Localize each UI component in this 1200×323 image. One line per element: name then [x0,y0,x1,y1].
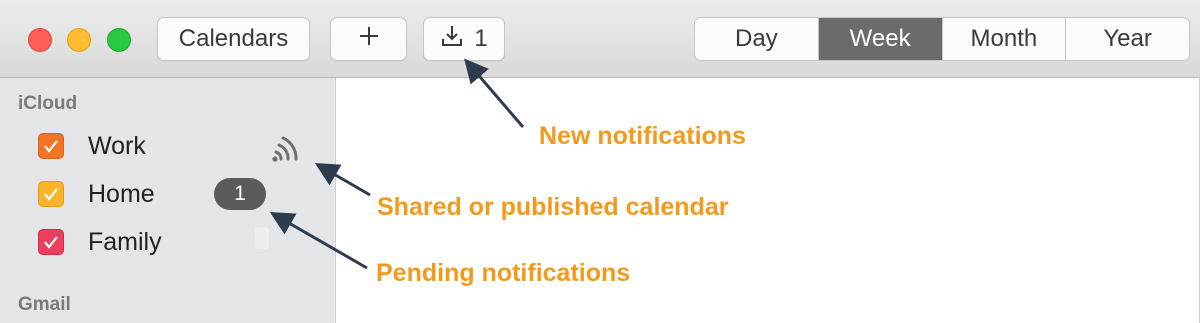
checkmark-icon [44,140,58,153]
tab-month-label: Month [970,25,1038,52]
calendar-item-family[interactable]: Family [38,227,162,257]
checkbox-home[interactable] [38,181,64,207]
calendar-name-work: Work [88,131,146,160]
pending-notifications-badge[interactable]: 1 [214,178,266,210]
inbox-count: 1 [474,25,488,52]
hidden-badge-placeholder [255,227,269,249]
plus-icon [358,25,380,54]
tab-year-label: Year [1103,25,1152,52]
annotation-pending-notifications: Pending notifications [376,259,631,287]
add-event-button[interactable] [330,17,407,61]
group-label-icloud: iCloud [18,93,78,114]
calendar-name-home: Home [88,179,155,208]
close-window-button[interactable] [28,28,52,52]
group-label-gmail: Gmail [18,294,71,315]
calendar-sidebar: iCloud Work Home 1 Family Gmail [0,78,336,323]
calendars-button[interactable]: Calendars [157,17,310,61]
calendars-button-label: Calendars [178,25,289,52]
shared-calendar-icon[interactable] [270,133,306,168]
notifications-inbox-button[interactable]: 1 [423,17,505,61]
checkmark-icon [44,188,58,201]
tab-month[interactable]: Month [941,18,1066,60]
download-tray-icon [440,24,464,55]
zoom-window-button[interactable] [107,28,131,52]
calendar-item-home[interactable]: Home [38,179,155,209]
checkbox-work[interactable] [38,133,64,159]
checkmark-icon [44,236,58,249]
tab-day-label: Day [735,25,778,52]
view-segmented-control: Day Week Month Year [694,17,1190,61]
minimize-window-button[interactable] [67,28,91,52]
checkbox-family[interactable] [38,229,64,255]
annotation-new-notifications: New notifications [539,122,746,150]
tab-year[interactable]: Year [1065,18,1189,60]
calendar-name-family: Family [88,227,162,256]
tab-week[interactable]: Week [817,18,942,60]
toolbar: Calendars 1 Day Week Month Year [0,0,1200,78]
annotation-shared-calendar: Shared or published calendar [377,193,729,221]
calendar-item-work[interactable]: Work [38,131,146,161]
tab-week-label: Week [849,25,911,52]
tab-day[interactable]: Day [695,18,818,60]
calendar-window: Calendars 1 Day Week Month Year iCloud W… [0,0,1200,323]
